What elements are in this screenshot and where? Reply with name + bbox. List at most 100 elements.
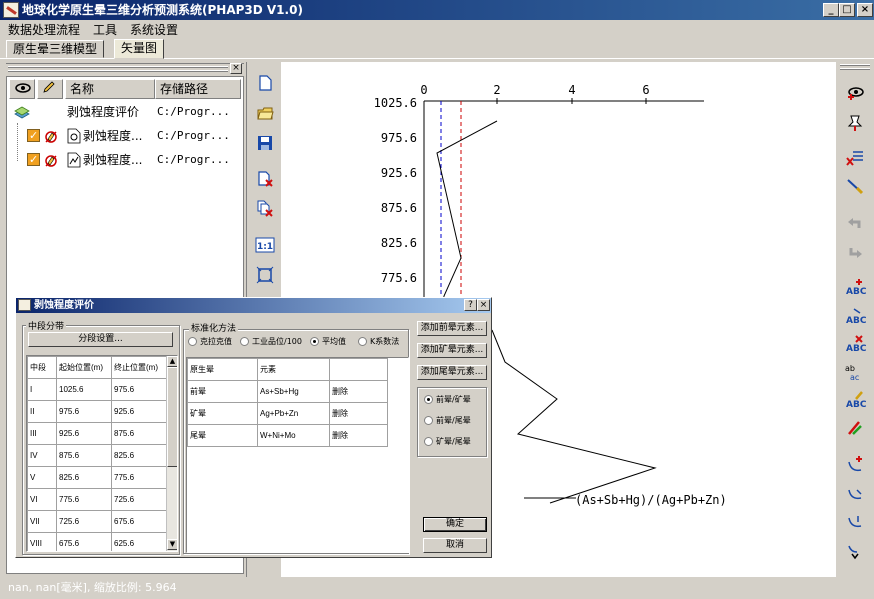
table-row[interactable]: III 925.6 875.6 [27, 422, 167, 445]
more-tools-icon[interactable] [844, 540, 866, 562]
draw-line-icon[interactable] [844, 176, 866, 198]
move-curve-icon[interactable] [844, 512, 866, 534]
table-row[interactable]: V 825.6 775.6 [27, 466, 167, 489]
minimize-button[interactable]: _ [823, 3, 839, 17]
list-edit-icon[interactable] [844, 148, 866, 170]
name-column-header[interactable]: 名称 [65, 79, 155, 99]
right-toolbar: ABC ABC ABC ab ac ABC [838, 62, 872, 577]
undo-icon[interactable] [844, 214, 866, 236]
tab-3d-model[interactable]: 原生晕三维模型 [6, 40, 105, 58]
tree-row-root[interactable]: 剥蚀程度评价 C:/Progr... [7, 101, 243, 123]
maximize-button[interactable]: □ [839, 3, 855, 17]
path-column-header[interactable]: 存储路径 [155, 79, 241, 99]
table-row[interactable]: I 1025.6 975.6 [27, 378, 167, 401]
table-cell: 前晕 [187, 380, 258, 403]
edit-lock-icon[interactable] [43, 128, 59, 144]
table-row[interactable]: IV 875.6 825.6 [27, 444, 167, 467]
eye-add-icon[interactable] [844, 84, 866, 106]
menu-settings[interactable]: 系统设置 [130, 21, 178, 38]
x-tick-label: 4 [568, 83, 575, 97]
visibility-checkbox[interactable] [27, 149, 40, 171]
help-button[interactable]: ? [464, 299, 477, 311]
color-pencil-icon[interactable] [844, 418, 866, 440]
status-bar: nan, nan[毫米], 缩放比例: 5.964 [0, 579, 874, 599]
save-icon[interactable] [254, 134, 276, 156]
table-header: 起始位置(m) [56, 356, 112, 379]
open-folder-icon[interactable] [254, 104, 276, 126]
table-row[interactable]: 矿晕 Ag+Pb+Zn 删除 [187, 402, 388, 425]
edit-text-icon[interactable]: ABC [844, 390, 867, 412]
tree-row-child-1[interactable]: 剥蚀程度... C:/Progr... [7, 125, 243, 147]
profile-line-upper [436, 120, 498, 303]
tree-close-button[interactable]: × [230, 63, 242, 74]
cancel-button[interactable]: 取消 [423, 538, 487, 553]
normalize-radio[interactable] [188, 337, 197, 346]
menu-data-process[interactable]: 数据处理流程 [8, 21, 80, 38]
segment-group-label: 中段分带 [26, 319, 67, 332]
zoom-extent-icon[interactable] [254, 266, 276, 288]
table-row[interactable]: II 975.6 925.6 [27, 400, 167, 423]
add-curve-icon[interactable] [844, 456, 866, 478]
tree-item-label: 剥蚀程度... [83, 153, 143, 167]
table-row[interactable]: 尾晕 W+Ni+Mo 删除 [187, 424, 388, 447]
table-cell: 675.6 [111, 510, 167, 533]
table-cell: 725.6 [56, 510, 112, 533]
segment-settings-button[interactable]: 分段设置... [28, 332, 173, 347]
table-row[interactable]: 前晕 As+Sb+Hg 删除 [187, 380, 388, 403]
edit-curve-icon[interactable] [844, 484, 866, 506]
ratio-radio[interactable] [424, 416, 433, 425]
new-file-icon[interactable] [254, 74, 276, 96]
chart-document-icon [67, 152, 81, 168]
svg-text:ab: ab [845, 364, 855, 373]
delete-link[interactable]: 删除 [329, 424, 388, 447]
table-row[interactable]: VII 725.6 675.6 [27, 510, 167, 533]
add-tail-halo-button[interactable]: 添加尾晕元素... [417, 365, 487, 380]
table-row[interactable]: VIII 675.6 625.6 [27, 532, 167, 551]
scroll-thumb[interactable] [167, 367, 177, 467]
erosion-evaluation-dialog: 剥蚀程度评价 ? × 中段分带 分段设置... 中段 起始位置(m) 终止位置(… [15, 297, 492, 558]
table-row-empty [187, 490, 388, 513]
scroll-up-button[interactable]: ▲ [167, 356, 177, 367]
normalize-option-label: 克拉克值 [200, 337, 232, 346]
edit-column-header [37, 79, 63, 99]
add-front-halo-button[interactable]: 添加前晕元素... [417, 321, 487, 336]
add-ore-halo-button[interactable]: 添加矿晕元素... [417, 343, 487, 358]
ratio-radio[interactable] [424, 395, 433, 404]
ratio-option-label: 矿晕/尾晕 [436, 437, 471, 446]
visibility-checkbox[interactable] [27, 125, 40, 147]
move-text-icon[interactable]: ABC [844, 306, 867, 328]
table-cell: VI [27, 488, 57, 511]
delete-file-icon[interactable] [254, 170, 276, 192]
normalize-radio[interactable] [310, 337, 319, 346]
edit-lock-icon[interactable] [43, 152, 59, 168]
segment-scrollbar[interactable]: ▲ ▼ [166, 356, 177, 551]
ratio-radio[interactable] [424, 437, 433, 446]
scroll-down-button[interactable]: ▼ [167, 539, 177, 550]
window-title-bar: 地球化学原生晕三维分析预测系统(PHAP3D V1.0) [0, 0, 874, 20]
delete-all-icon[interactable] [254, 200, 276, 222]
table-cell: 775.6 [111, 466, 167, 489]
normalize-radio[interactable] [240, 337, 249, 346]
normalize-radio[interactable] [358, 337, 367, 346]
replace-text-icon[interactable]: ab ac [844, 362, 866, 384]
normalize-group-label: 标准化方法 [189, 321, 239, 334]
table-cell: 825.6 [56, 466, 112, 489]
eye-icon [15, 83, 31, 93]
delete-text-icon[interactable]: ABC [844, 334, 867, 356]
ok-button[interactable]: 确定 [423, 517, 487, 532]
dialog-title: 剥蚀程度评价 [34, 300, 94, 311]
zoom-actual-size-icon[interactable]: 1:1 [254, 236, 276, 258]
pin-icon[interactable] [844, 112, 866, 134]
table-cell: 825.6 [111, 444, 167, 467]
delete-link[interactable]: 删除 [329, 402, 388, 425]
tab-vector-map[interactable]: 矢量图 [114, 39, 165, 59]
add-text-icon[interactable]: ABC [844, 278, 867, 300]
tree-row-child-2[interactable]: 剥蚀程度... C:/Progr... [7, 149, 243, 171]
table-cell: 875.6 [111, 422, 167, 445]
redo-icon[interactable] [844, 242, 866, 264]
table-row[interactable]: VI 775.6 725.6 [27, 488, 167, 511]
delete-link[interactable]: 删除 [329, 380, 388, 403]
close-button[interactable]: × [857, 3, 873, 17]
menu-tools[interactable]: 工具 [93, 21, 117, 38]
dialog-close-button[interactable]: × [477, 299, 490, 311]
